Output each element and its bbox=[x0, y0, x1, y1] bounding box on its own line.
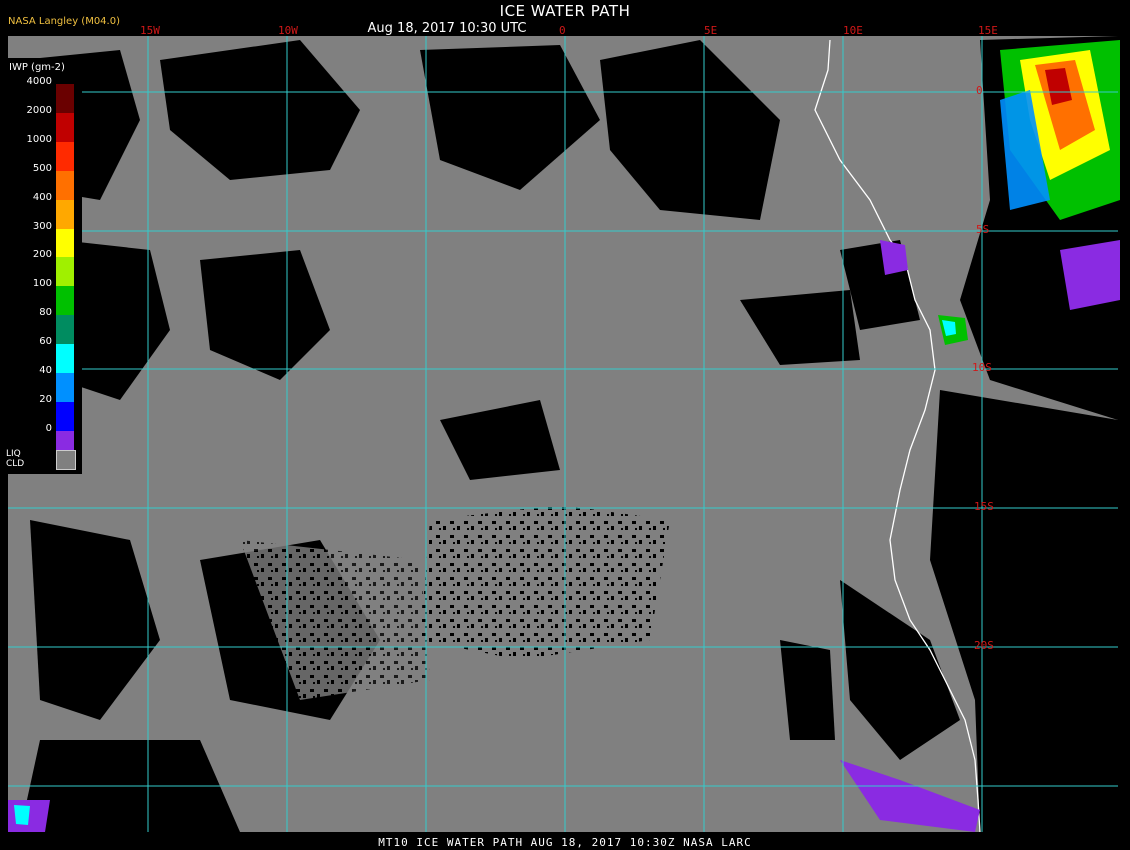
legend-swatch bbox=[56, 141, 74, 171]
legend-label: 400 bbox=[32, 191, 52, 203]
legend-label: 80 bbox=[39, 307, 52, 319]
lon-label-0: 0 bbox=[559, 24, 566, 37]
liq-label: LIQ bbox=[6, 449, 21, 459]
legend-label: 40 bbox=[39, 365, 52, 376]
lat-label-0: 0 bbox=[976, 84, 983, 97]
legend-label: 2000 bbox=[26, 104, 52, 116]
lon-label-10e: 10E bbox=[843, 24, 863, 37]
legend-label: 0 bbox=[45, 422, 52, 434]
legend-label: 500 bbox=[32, 162, 52, 174]
legend-label: 20 bbox=[39, 393, 52, 405]
lon-label-15w: 15W bbox=[140, 24, 160, 37]
legend-swatch bbox=[56, 257, 74, 287]
legend-swatch bbox=[56, 199, 74, 229]
lat-label-15s: 15S bbox=[974, 500, 994, 513]
legend-swatch bbox=[56, 344, 74, 374]
lat-label-10s: 10S bbox=[972, 361, 992, 374]
legend-swatch bbox=[56, 401, 74, 431]
legend-label: 4000 bbox=[26, 76, 52, 87]
legend-label: 60 bbox=[39, 336, 52, 348]
lat-label-5s: 5S bbox=[976, 223, 990, 236]
lon-label-15e: 15E bbox=[978, 24, 998, 37]
legend-swatch bbox=[56, 112, 74, 142]
lon-label-5e: 5E bbox=[704, 24, 718, 37]
legend-swatch bbox=[56, 315, 74, 345]
ice-water-path-map bbox=[0, 0, 1130, 850]
legend-label: 100 bbox=[32, 278, 52, 290]
liquid-cloud-swatch bbox=[56, 450, 76, 470]
legend-title: IWP (gm-2) bbox=[9, 62, 65, 73]
lon-label-10w: 10W bbox=[278, 24, 298, 37]
footer-caption: MT10 ICE WATER PATH AUG 18, 2017 10:30Z … bbox=[378, 836, 752, 849]
legend-label: 1000 bbox=[26, 133, 52, 145]
credit-label: NASA Langley (M04.0) bbox=[8, 16, 120, 27]
legend-swatch bbox=[56, 170, 74, 200]
map-title: ICE WATER PATH bbox=[499, 2, 631, 20]
legend-label: 300 bbox=[32, 220, 52, 232]
legend-swatch bbox=[56, 286, 74, 316]
legend-swatch bbox=[56, 373, 74, 402]
lat-label-20s: 20S bbox=[974, 639, 994, 652]
legend-swatch bbox=[56, 228, 74, 258]
cld-label: CLD bbox=[6, 459, 25, 469]
legend-label: 200 bbox=[32, 249, 52, 261]
legend-swatch bbox=[56, 84, 74, 113]
